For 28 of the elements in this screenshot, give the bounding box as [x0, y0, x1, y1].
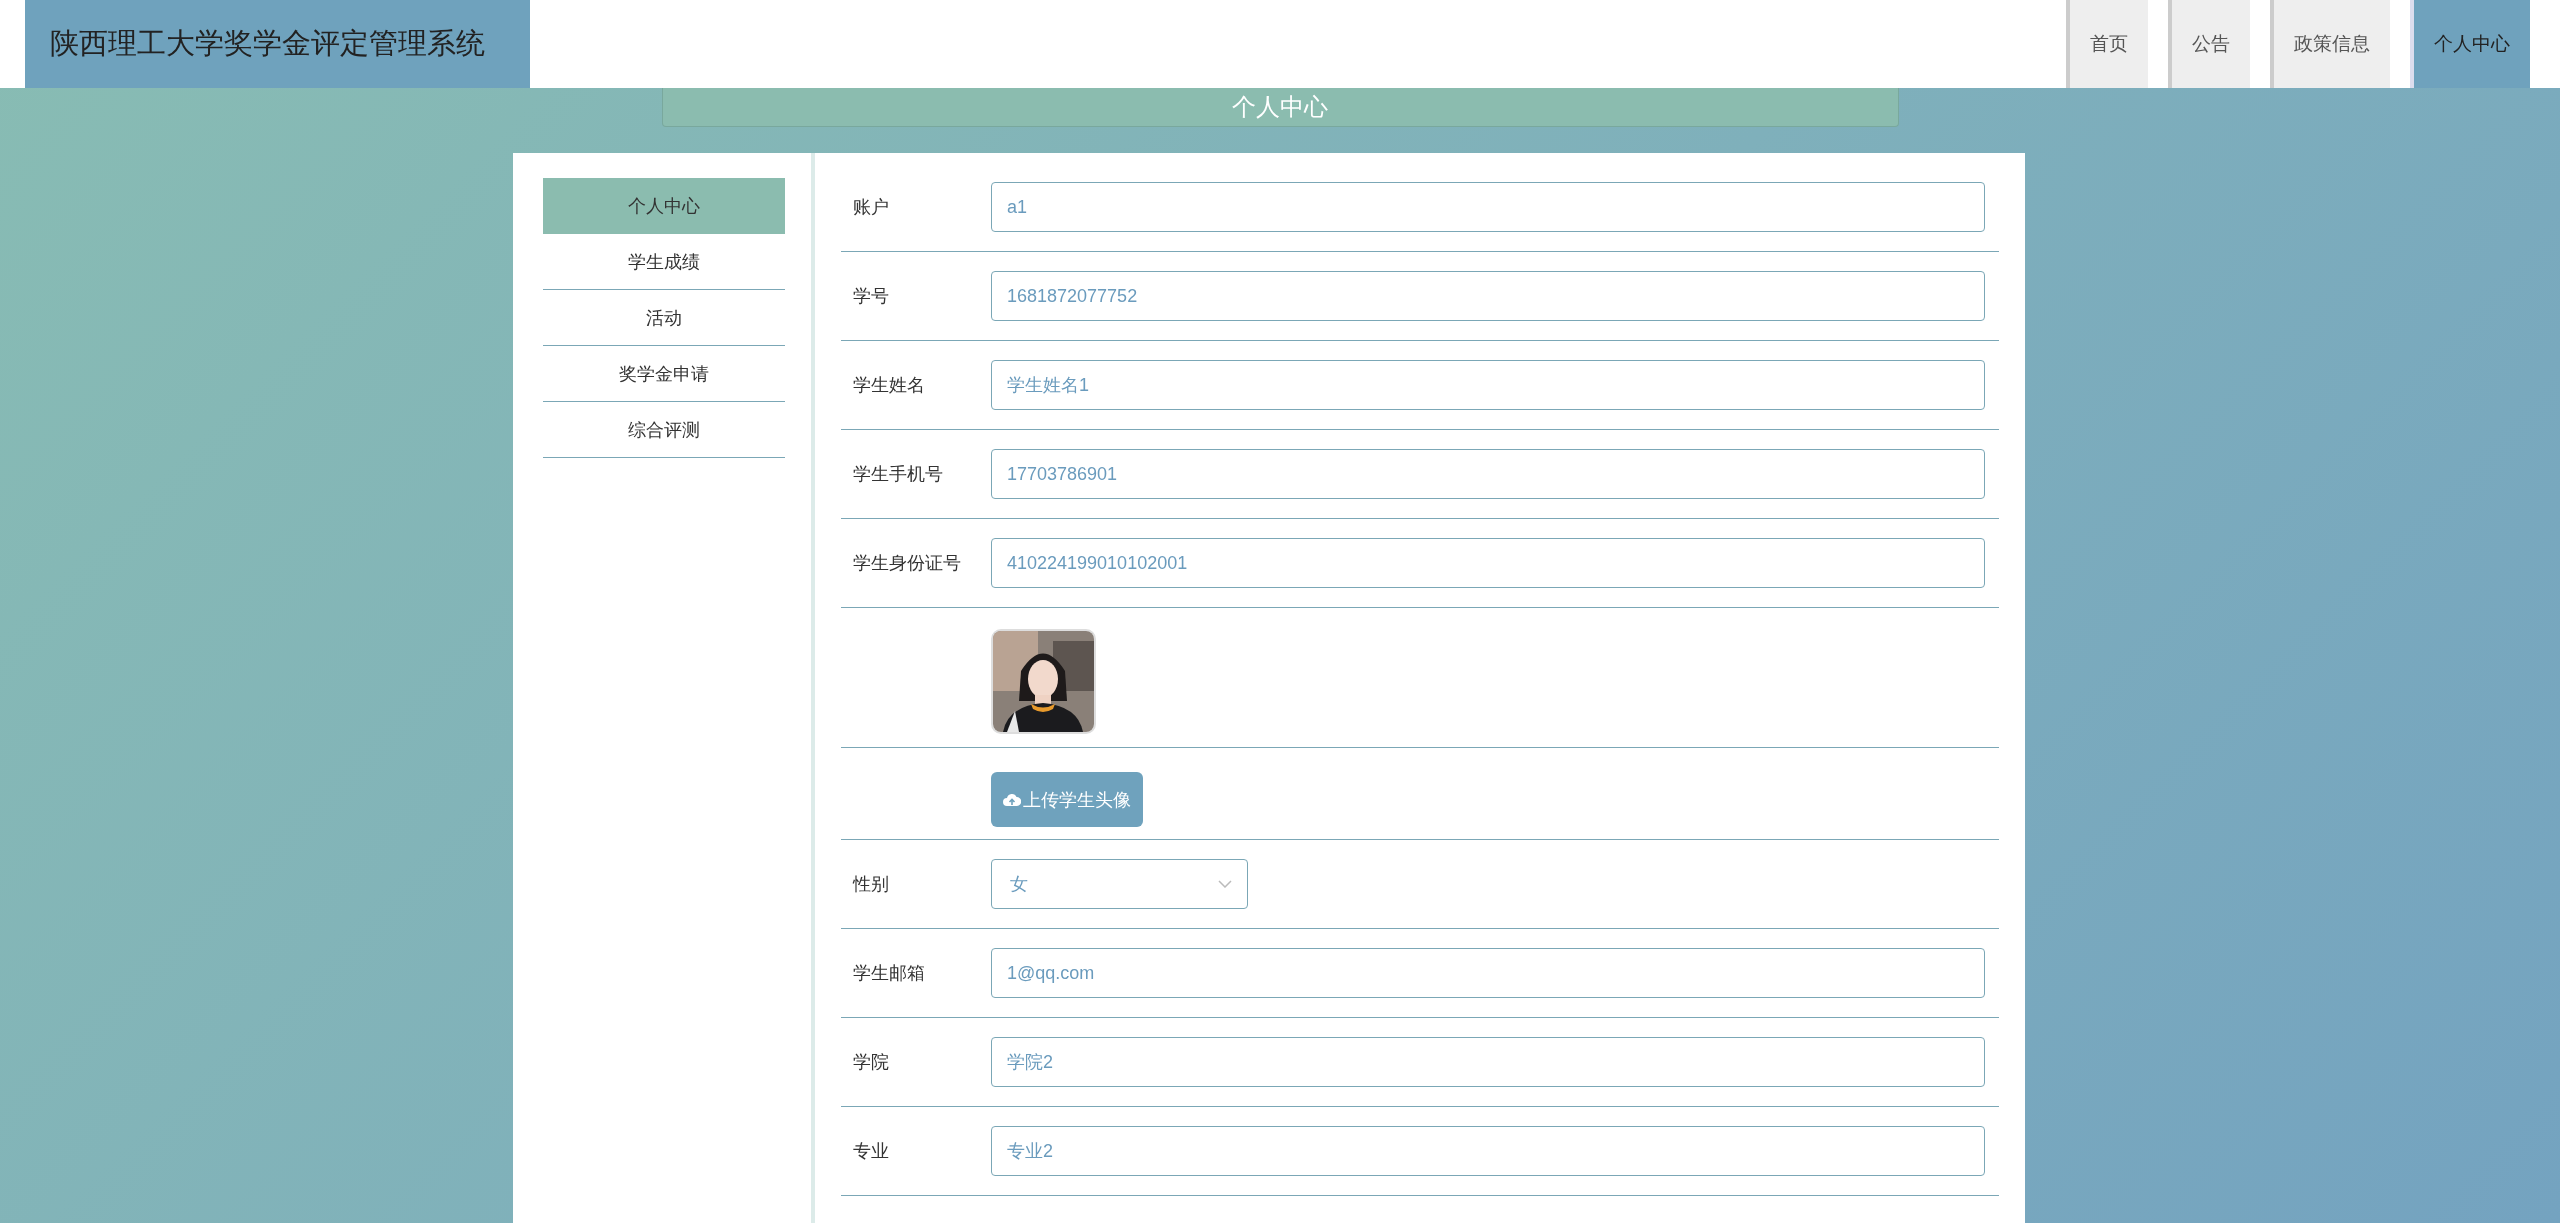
input-field[interactable]: 410224199010102001 [991, 538, 1985, 588]
field-label: 学生身份证号 [853, 552, 962, 575]
input-field[interactable]: a1 [991, 182, 1985, 232]
field-label: 学院 [853, 1051, 890, 1074]
input-field[interactable]: 学院2 [991, 1037, 1985, 1087]
nav-tab[interactable]: 公告 [2168, 0, 2250, 88]
input-field[interactable]: 1681872077752 [991, 271, 1985, 321]
input-field[interactable]: 学生姓名1 [991, 360, 1985, 410]
field-label: 学号 [853, 285, 890, 308]
field-label: 专业 [853, 1140, 890, 1163]
input-field[interactable]: 1@qq.com [991, 948, 1985, 998]
chevron-down-icon [1218, 880, 1232, 888]
nav-tab[interactable]: 个人中心 [2410, 0, 2530, 88]
field-label: 学生姓名 [853, 374, 926, 397]
cloud-upload-icon [1003, 792, 1021, 807]
select-field[interactable]: 女 [991, 859, 1248, 909]
upload-button[interactable]: 上传学生头像 [991, 772, 1143, 827]
field-label: 账户 [853, 196, 890, 219]
site-title: 陕西理工大学奖学金评定管理系统 [25, 0, 530, 88]
field-label: 性别 [853, 873, 890, 896]
sidebar-item[interactable]: 个人中心 [543, 178, 785, 234]
input-field[interactable]: 专业2 [991, 1126, 1985, 1176]
page-heading: 个人中心 [661, 88, 1899, 127]
nav-tab[interactable]: 首页 [2066, 0, 2148, 88]
field-label: 学生邮箱 [853, 962, 926, 985]
input-field[interactable]: 17703786901 [991, 449, 1985, 499]
field-label: 学生手机号 [853, 463, 944, 486]
nav-tab[interactable]: 政策信息 [2270, 0, 2390, 88]
